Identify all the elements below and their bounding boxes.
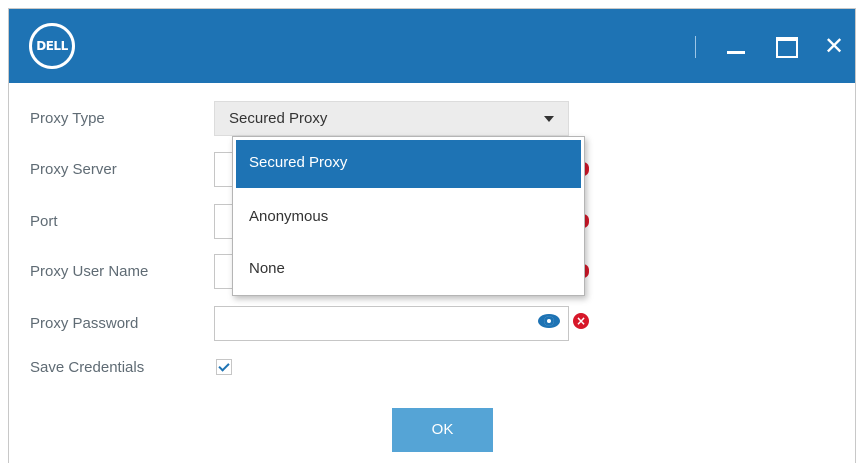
dropdown-option-anonymous[interactable]: Anonymous	[236, 194, 581, 242]
proxy-type-value: Secured Proxy	[229, 110, 328, 127]
maximize-button[interactable]	[769, 29, 803, 63]
eye-icon[interactable]	[538, 314, 560, 328]
chevron-down-icon	[544, 116, 554, 122]
minimize-button[interactable]	[719, 29, 753, 63]
close-button[interactable]: ✕	[817, 29, 851, 63]
proxy-type-label: Proxy Type	[30, 110, 105, 127]
dropdown-option-secured-proxy[interactable]: Secured Proxy	[236, 140, 581, 188]
proxy-password-label: Proxy Password	[30, 315, 139, 332]
logo-text: DELL	[36, 39, 68, 53]
dell-logo: DELL	[29, 23, 75, 69]
clear-icon[interactable]: ×	[573, 313, 589, 329]
save-credentials-label: Save Credentials	[30, 359, 145, 376]
titlebar-separator	[695, 36, 696, 58]
proxy-settings-window: DELL ✕ Proxy Type Secured Proxy Proxy Se…	[8, 8, 856, 463]
proxy-server-label: Proxy Server	[30, 161, 117, 178]
title-bar: DELL ✕	[9, 9, 855, 83]
proxy-type-select[interactable]: Secured Proxy	[214, 101, 569, 136]
save-credentials-checkbox[interactable]	[216, 359, 232, 375]
proxy-user-name-label: Proxy User Name	[30, 263, 149, 280]
port-label: Port	[30, 213, 58, 230]
proxy-password-input[interactable]	[214, 306, 569, 341]
proxy-type-dropdown-list: Secured Proxy Anonymous None	[232, 136, 585, 296]
ok-button[interactable]: OK	[392, 408, 493, 452]
dropdown-option-none[interactable]: None	[236, 246, 581, 294]
